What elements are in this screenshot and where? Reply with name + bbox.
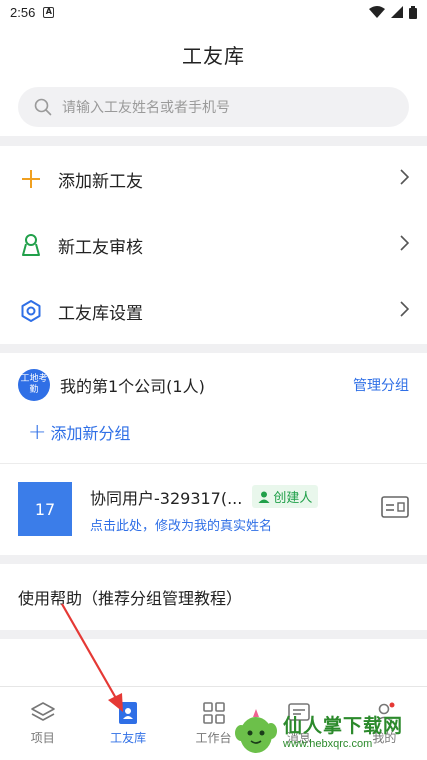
help-label: 使用帮助（推荐分组管理教程） [18, 589, 243, 608]
cactus-logo-icon [235, 709, 277, 753]
blank-area [0, 639, 427, 686]
plus-icon: + [28, 419, 47, 445]
search-input[interactable]: 请输入工友姓名或者手机号 [18, 87, 409, 127]
status-icons [369, 5, 417, 19]
company-logo: 工地考勤 [18, 369, 50, 401]
edit-name-hint[interactable]: 点击此处，修改为我的真实姓名 [90, 515, 373, 534]
gear-icon [18, 298, 44, 324]
grid-icon [202, 702, 225, 724]
menu-item-worker-review[interactable]: 新工友审核 [0, 212, 427, 278]
menu-item-label: 工友库设置 [58, 303, 143, 324]
worker-row[interactable]: 17 协同用户-329317(... 创建人 点击此处，修改为我的真实姓名 [0, 464, 427, 554]
watermark: 仙人掌下载网 www.hebxqrc.com [233, 704, 423, 756]
signal-icon [391, 6, 403, 18]
settings-menu: 添加新工友 新工友审核 工友库设置 [0, 146, 427, 344]
page-title: 工友库 [182, 43, 245, 68]
app-header: 工友库 [0, 24, 427, 84]
company-name: 我的第1个公司(1人) [60, 377, 205, 396]
company-header: 工地考勤 我的第1个公司(1人) 管理分组 [0, 353, 427, 417]
watermark-texts: 仙人掌下载网 www.hebxqrc.com [283, 711, 403, 750]
worker-top: 协同用户-329317(... 创建人 [90, 485, 373, 509]
search-icon [34, 98, 52, 116]
worker-info: 协同用户-329317(... 创建人 点击此处，修改为我的真实姓名 [90, 485, 373, 534]
worker-name: 协同用户-329317(... [90, 488, 243, 508]
menu-item-library-settings[interactable]: 工友库设置 [0, 278, 427, 344]
notification-badge: A [43, 6, 55, 18]
tab-label: 工作台 [195, 731, 232, 745]
chevron-right-icon [399, 301, 410, 321]
menu-item-label: 添加新工友 [58, 171, 143, 192]
tab-label: 工友库 [110, 731, 147, 745]
watermark-title: 仙人掌下载网 [283, 714, 404, 737]
manage-groups-link[interactable]: 管理分组 [353, 375, 409, 395]
person-icon [18, 232, 44, 258]
creator-badge-label: 创建人 [273, 491, 313, 506]
help-link[interactable]: 使用帮助（推荐分组管理教程） [0, 564, 427, 630]
company-section: 工地考勤 我的第1个公司(1人) 管理分组 + 添加新分组 17 协同用户-32… [0, 353, 427, 555]
add-group-button[interactable]: + 添加新分组 [0, 417, 427, 447]
avatar: 17 [18, 482, 72, 536]
plus-icon [18, 166, 44, 192]
person-fill-icon [258, 491, 270, 503]
wifi-icon [369, 6, 385, 18]
tab-label: 项目 [30, 731, 55, 745]
menu-item-add-worker[interactable]: 添加新工友 [0, 146, 427, 212]
layers-icon [30, 702, 55, 721]
watermark-url: www.hebxqrc.com [283, 737, 373, 750]
contacts-icon [119, 702, 138, 724]
tab-projects[interactable]: 项目 [0, 687, 85, 760]
chevron-right-icon [399, 169, 410, 189]
chevron-right-icon [399, 235, 410, 255]
status-bar: 2:56 A [0, 0, 427, 24]
creator-badge: 创建人 [252, 485, 319, 508]
add-group-label: 添加新分组 [50, 424, 131, 443]
tab-worker-library[interactable]: 工友库 [85, 687, 170, 760]
id-card-icon[interactable] [381, 496, 409, 522]
menu-item-label: 新工友审核 [58, 237, 143, 258]
search-placeholder: 请输入工友姓名或者手机号 [62, 100, 230, 116]
search-section: 请输入工友姓名或者手机号 [0, 84, 427, 136]
status-time: 2:56 [10, 4, 36, 20]
battery-icon [409, 5, 417, 19]
